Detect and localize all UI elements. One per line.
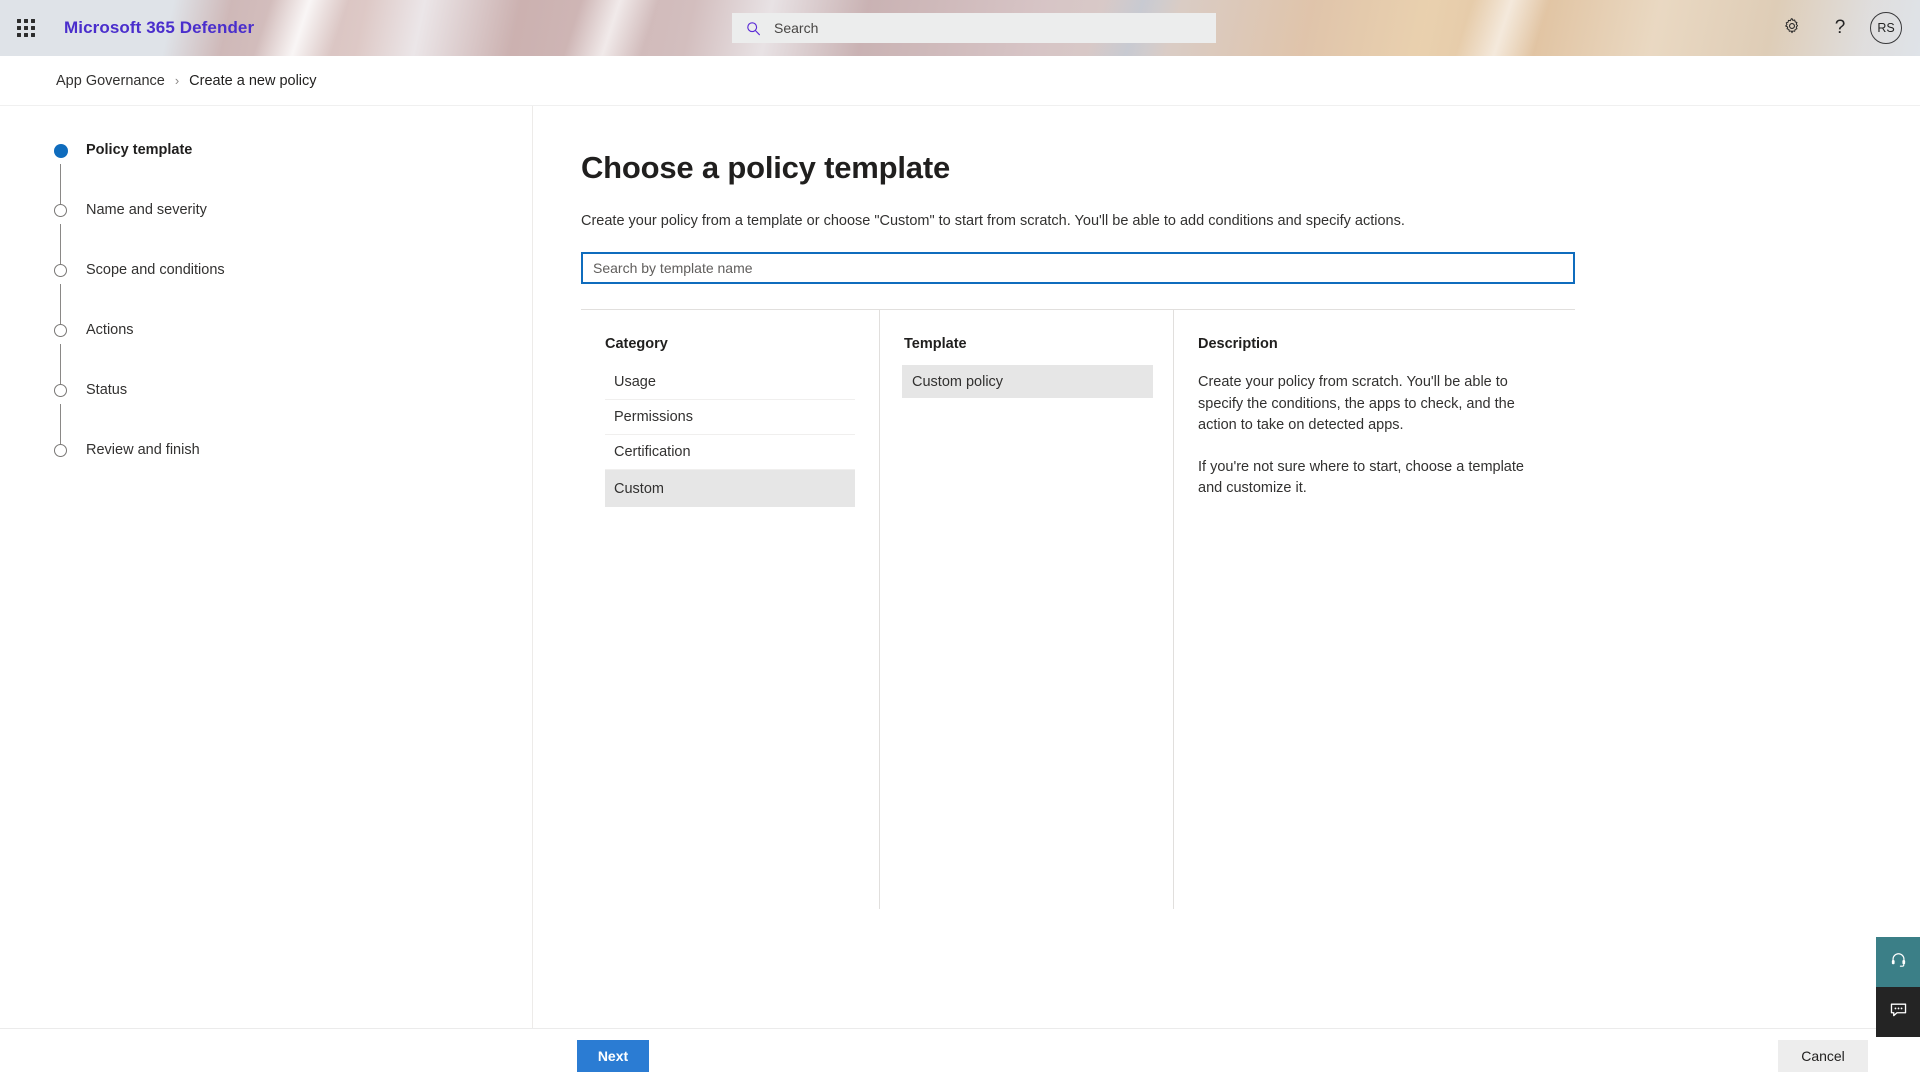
question-mark-icon: ? (1834, 17, 1846, 38)
step-label: Policy template (86, 142, 193, 158)
template-list: Custom policy (880, 365, 1173, 398)
step-label: Actions (86, 322, 134, 338)
wizard-footer: Next Cancel (0, 1028, 1920, 1083)
wizard-steps: Policy template Name and severity Scope … (0, 106, 533, 1028)
step-dot-active-icon (54, 144, 68, 158)
step-marker-review-and-finish (54, 444, 68, 458)
template-search-input[interactable] (591, 259, 1565, 277)
step-marker-actions (54, 324, 68, 384)
global-search-box[interactable] (732, 13, 1216, 43)
page-title: Choose a policy template (581, 150, 951, 185)
settings-button[interactable] (1768, 4, 1816, 52)
step-dot-pending-icon (54, 324, 67, 337)
step-marker-policy-template (54, 144, 68, 204)
step-dot-pending-icon (54, 384, 67, 397)
step-connector-line (60, 404, 62, 444)
category-item-label: Certification (614, 444, 691, 460)
sidebar-item-name-and-severity[interactable]: Name and severity (54, 202, 532, 264)
floating-action-stack (1876, 937, 1920, 1037)
step-dot-pending-icon (54, 444, 67, 457)
step-label: Scope and conditions (86, 262, 225, 278)
category-item-custom[interactable]: Custom (605, 470, 855, 507)
step-marker-name-and-severity (54, 204, 68, 264)
breadcrumb-item-app-governance[interactable]: App Governance (56, 73, 165, 89)
main-pane: Choose a policy template Create your pol… (533, 106, 1920, 1028)
step-connector-line (60, 284, 62, 324)
category-item-label: Custom (614, 480, 664, 497)
breadcrumb-item-create-a-new-policy[interactable]: Create a new policy (189, 73, 316, 89)
feedback-icon (1889, 1000, 1908, 1024)
template-search-field[interactable] (581, 252, 1575, 284)
waffle-grid-icon (17, 19, 35, 37)
template-heading: Template (904, 336, 967, 352)
cancel-button[interactable]: Cancel (1778, 1040, 1868, 1072)
description-paragraph: Create your policy from scratch. You'll … (1198, 374, 1515, 433)
category-heading: Category (605, 336, 668, 352)
step-label: Review and finish (86, 442, 200, 458)
feedback-button[interactable] (1876, 987, 1920, 1037)
sidebar-item-policy-template[interactable]: Policy template (54, 142, 532, 204)
gear-icon (1783, 17, 1801, 40)
top-header: Microsoft 365 Defender ? RS (0, 0, 1920, 56)
brand-title[interactable]: Microsoft 365 Defender (64, 18, 254, 38)
breadcrumb-separator-icon: › (174, 73, 180, 88)
step-dot-pending-icon (54, 264, 67, 277)
category-item-label: Permissions (614, 409, 693, 425)
support-button[interactable] (1876, 937, 1920, 987)
category-item-certification[interactable]: Certification (605, 435, 855, 470)
sidebar-item-actions[interactable]: Actions (54, 322, 532, 384)
sidebar-item-review-and-finish[interactable]: Review and finish (54, 443, 532, 503)
step-marker-status (54, 384, 68, 444)
description-column: Description Create your policy from scra… (1173, 310, 1575, 909)
global-search-input[interactable] (772, 19, 1172, 37)
step-connector-line (60, 344, 62, 384)
breadcrumb: App Governance › Create a new policy (0, 56, 1920, 105)
search-icon (742, 17, 764, 39)
sidebar-item-scope-and-conditions[interactable]: Scope and conditions (54, 262, 532, 324)
sidebar-item-status[interactable]: Status (54, 382, 532, 444)
support-icon (1890, 951, 1907, 973)
global-search[interactable] (732, 13, 1216, 43)
page-subtitle: Create your policy from a template or ch… (581, 213, 1405, 229)
step-marker-scope-and-conditions (54, 264, 68, 324)
category-item-usage[interactable]: Usage (605, 365, 855, 400)
description-heading: Description (1198, 336, 1278, 352)
step-label: Name and severity (86, 202, 207, 218)
template-item-label: Custom policy (912, 373, 1004, 390)
category-column: Category Usage Permissions Certification… (581, 310, 879, 909)
category-list: Usage Permissions Certification Custom (581, 365, 879, 507)
step-connector-line (60, 224, 62, 264)
header-actions: ? RS (1768, 0, 1920, 56)
step-connector-line (60, 164, 62, 204)
category-item-label: Usage (614, 374, 656, 390)
avatar[interactable]: RS (1870, 12, 1902, 44)
step-label: Status (86, 382, 128, 398)
template-item-custom-policy[interactable]: Custom policy (902, 365, 1153, 398)
template-picker: Category Usage Permissions Certification… (581, 309, 1575, 909)
app-launcher-button[interactable] (2, 4, 50, 52)
category-item-permissions[interactable]: Permissions (605, 400, 855, 435)
step-dot-pending-icon (54, 204, 67, 217)
description-paragraph: If you're not sure where to start, choos… (1198, 458, 1524, 497)
template-column: Template Custom policy (879, 310, 1173, 909)
wizard-layout: Policy template Name and severity Scope … (0, 105, 1920, 1028)
help-button[interactable]: ? (1816, 4, 1864, 52)
next-button[interactable]: Next (577, 1040, 649, 1072)
description-body: Create your policy from scratch. You'll … (1174, 372, 1575, 500)
